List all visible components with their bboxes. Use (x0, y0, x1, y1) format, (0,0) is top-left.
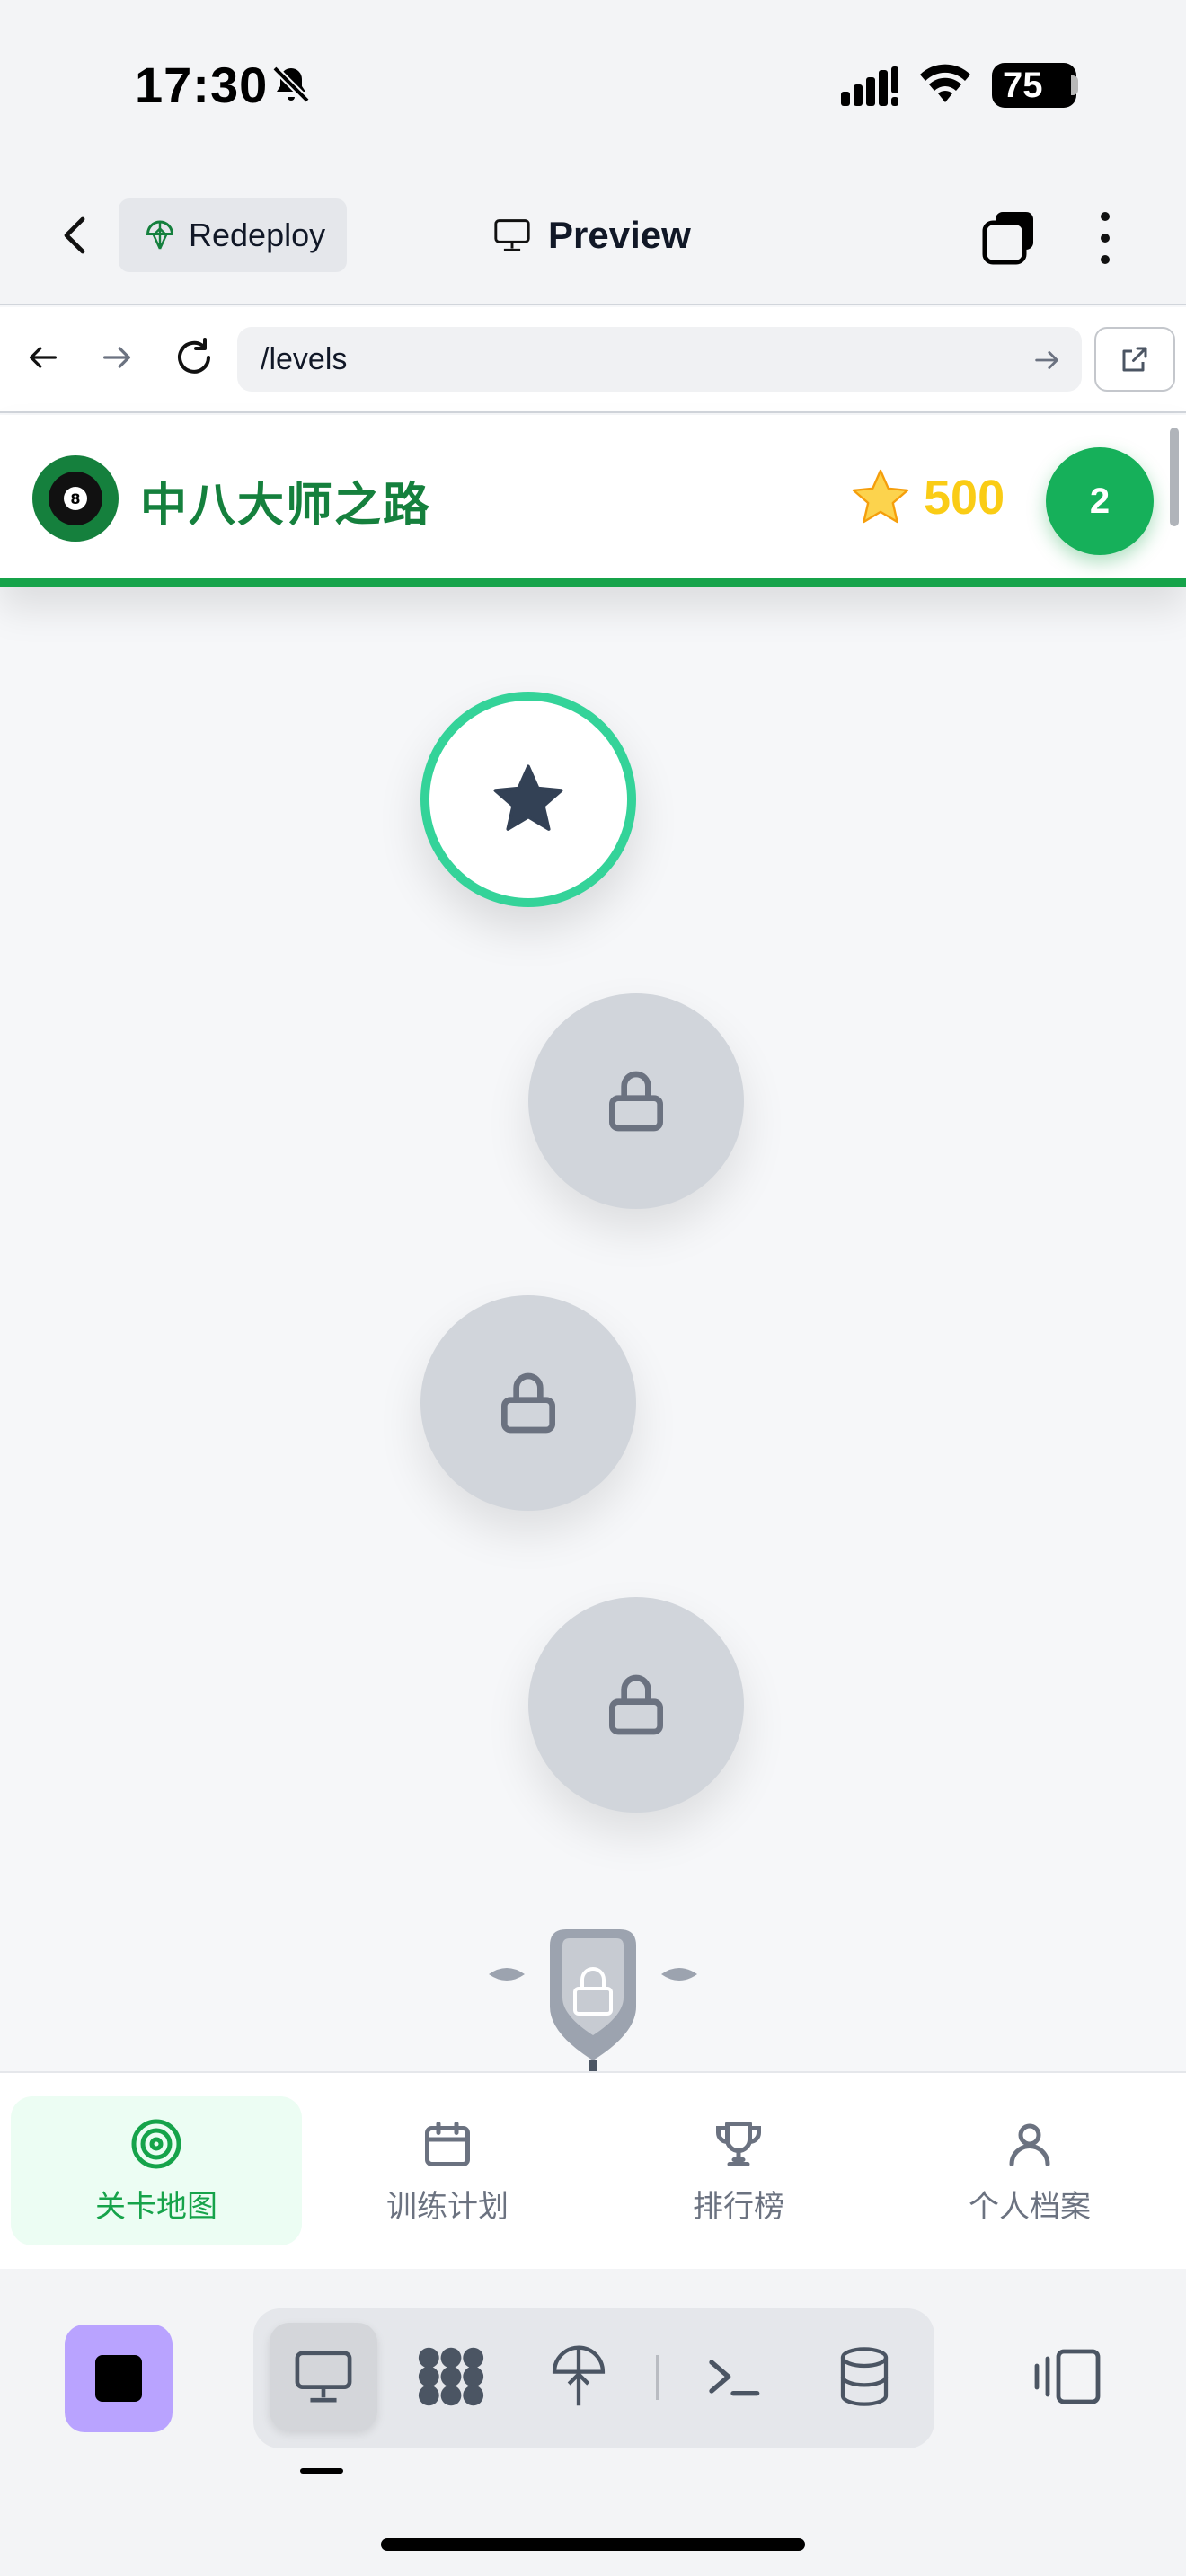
header-accent-line (0, 578, 1186, 587)
stop-button[interactable] (65, 2325, 173, 2432)
dock-deploy-button[interactable] (525, 2323, 633, 2430)
tab-training-plan[interactable]: 训练计划 (302, 2096, 593, 2245)
database-icon (840, 2347, 889, 2406)
app-screen: 17:30 75 Redeploy Preview /levels 8 中八大师… (0, 0, 1186, 2576)
redeploy-button[interactable]: Redeploy (119, 198, 347, 272)
bottom-dock (0, 2269, 1186, 2576)
tab-label: 训练计划 (386, 2188, 509, 2225)
browser-bar: /levels (0, 307, 1186, 413)
dock-active-indicator (300, 2468, 343, 2474)
arrow-right-icon (103, 347, 130, 368)
star-counter: 500 (848, 465, 1005, 530)
monitor-icon (494, 219, 530, 251)
tab-leaderboard[interactable]: 排行榜 (593, 2096, 884, 2245)
game-title: 中八大师之路 (140, 479, 432, 533)
tab-label: 个人档案 (969, 2188, 1091, 2225)
tab-profile[interactable]: 个人档案 (884, 2096, 1175, 2245)
more-menu-button[interactable] (1087, 207, 1123, 269)
cell-signal-icon (841, 66, 898, 106)
reload-icon (178, 338, 210, 374)
external-link-icon (1122, 347, 1147, 372)
go-arrow-icon[interactable] (1031, 345, 1062, 375)
stop-icon (95, 2355, 142, 2402)
arrow-left-icon (30, 347, 57, 368)
dock-preview-button[interactable] (270, 2323, 377, 2430)
boss-level-locked-icon[interactable] (485, 1926, 701, 2071)
nav-forward-button[interactable] (92, 332, 142, 383)
deploy-icon (552, 2345, 606, 2406)
target-icon (131, 2119, 181, 2168)
url-input[interactable]: /levels (237, 327, 1082, 392)
dock-terminal-button[interactable] (679, 2323, 787, 2430)
game-header: 8 中八大师之路 500 2 (0, 415, 1186, 587)
preview-title: Preview (492, 207, 691, 264)
star-count-value: 500 (924, 471, 1005, 525)
dot-icon (1101, 255, 1110, 264)
battery-indicator: 75 (992, 63, 1076, 108)
tabs-icon[interactable] (981, 210, 1037, 266)
scrollbar-thumb[interactable] (1170, 428, 1179, 526)
back-button[interactable] (47, 207, 104, 264)
tab-label: 关卡地图 (95, 2188, 217, 2225)
level-node-current[interactable] (420, 692, 636, 907)
preview-label: Preview (548, 214, 691, 256)
star-icon (852, 469, 909, 524)
open-external-button[interactable] (1094, 327, 1175, 392)
dock-workflow-button[interactable] (397, 2323, 505, 2430)
dot-icon (1101, 234, 1110, 243)
reload-button[interactable] (169, 332, 219, 383)
redeploy-label: Redeploy (189, 216, 326, 253)
level-map (0, 587, 1186, 2071)
level-node-locked[interactable] (528, 993, 744, 1209)
wifi-icon (920, 64, 970, 102)
user-icon (1009, 2123, 1050, 2166)
lock-icon (609, 1674, 663, 1735)
calendar-icon (425, 2121, 470, 2166)
svg-text:8: 8 (70, 490, 80, 507)
level-node-locked[interactable] (420, 1295, 636, 1511)
tab-level-map[interactable]: 关卡地图 (11, 2096, 302, 2245)
terminal-icon (709, 2360, 760, 2396)
deploy-icon (146, 220, 174, 250)
home-indicator (381, 2538, 805, 2551)
monitor-icon (295, 2351, 352, 2403)
dock-database-button[interactable] (810, 2323, 918, 2430)
chevron-left-icon (64, 216, 85, 254)
bottom-tab-bar: 关卡地图 训练计划 排行榜 个人档案 (0, 2071, 1186, 2269)
dock-divider (656, 2355, 659, 2400)
lock-icon (609, 1071, 663, 1132)
battery-tip (1071, 75, 1078, 95)
dot-icon (1101, 212, 1110, 221)
status-time: 17:30 (135, 57, 269, 113)
nav-back-button[interactable] (18, 332, 68, 383)
nodes-icon (418, 2347, 484, 2406)
status-bar: 17:30 75 (0, 0, 1186, 171)
url-text: /levels (261, 341, 348, 376)
panel-layout-icon[interactable] (1033, 2341, 1105, 2413)
dock-toolbar (253, 2308, 934, 2448)
level-node-locked[interactable] (528, 1597, 744, 1813)
tab-label: 排行榜 (693, 2188, 784, 2225)
eight-ball-logo-icon: 8 (32, 455, 119, 542)
bell-off-icon (272, 66, 310, 103)
lock-icon (501, 1372, 555, 1434)
star-icon (493, 764, 563, 831)
app-header: Redeploy Preview (0, 171, 1186, 305)
trophy-icon (716, 2121, 761, 2166)
level-badge[interactable]: 2 (1046, 447, 1154, 555)
